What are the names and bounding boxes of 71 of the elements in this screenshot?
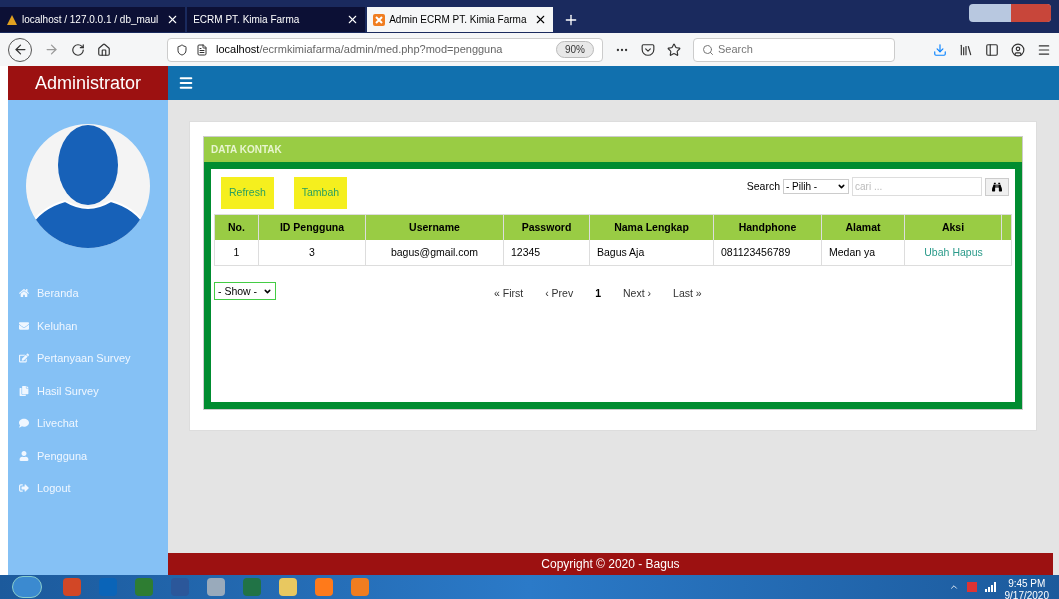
filter-select[interactable]: - Pilih - <box>783 179 849 194</box>
column-header: Nama Lengkap <box>590 215 714 240</box>
zoom-badge[interactable]: 90% <box>556 41 594 58</box>
search-input[interactable]: cari ... <box>852 177 982 196</box>
reload-icon[interactable] <box>71 42 85 57</box>
action-link[interactable]: Ubah <box>924 244 950 261</box>
browser-tab[interactable]: localhost / 127.0.0.1 / db_maul <box>0 7 186 32</box>
forward-icon[interactable] <box>44 42 59 57</box>
browser-tab[interactable]: ECRM PT. Kimia Farma <box>187 7 366 32</box>
clock-time: 9:45 PM <box>1008 578 1046 590</box>
browser-tab[interactable]: Admin ECRM PT. Kimia Farma <box>367 7 554 32</box>
column-header: Alamat <box>822 215 905 240</box>
column-header: Aksi <box>905 215 1002 240</box>
search-label: Search <box>746 178 780 194</box>
envelope-icon <box>19 320 29 331</box>
column-header: No. <box>215 215 259 240</box>
star-icon[interactable] <box>667 42 681 57</box>
pagination-link[interactable]: « First <box>494 286 524 302</box>
pagination-link[interactable]: 1 <box>595 286 602 302</box>
signal-icon[interactable] <box>984 582 997 592</box>
logout-icon <box>19 483 29 494</box>
flame-logo-icon <box>6 13 18 26</box>
shield-icon <box>176 43 188 56</box>
table-cell: 12345 <box>504 240 590 265</box>
library-icon[interactable] <box>959 42 973 57</box>
tab-title: ECRM PT. Kimia Farma <box>193 13 300 27</box>
pocket-icon[interactable] <box>641 42 655 57</box>
caret-icon <box>837 182 846 191</box>
documents-icon <box>19 385 29 396</box>
home-icon <box>19 288 29 299</box>
menu-icon[interactable] <box>1037 42 1051 57</box>
url-bar[interactable]: localhost/ecrmkimiafarma/admin/med.php?mod=pengguna 90% <box>167 37 603 62</box>
home-icon[interactable] <box>97 42 111 57</box>
column-header: ID Pengguna <box>259 215 366 240</box>
search-icon <box>702 43 714 56</box>
copyright-text: Copyright © 2020 - Bagus <box>541 557 680 573</box>
table-cell: Medan ya <box>822 240 905 265</box>
table-cell: bagus@gmail.com <box>366 240 504 265</box>
chat-bubble-icon <box>19 418 29 429</box>
menu-icon[interactable] <box>178 75 194 91</box>
column-header: Handphone <box>714 215 822 240</box>
search-field[interactable]: Search <box>693 37 895 62</box>
user-icon <box>19 450 29 461</box>
url-text: localhost/ecrmkimiafarma/admin/med.php?mod=pengguna <box>216 42 504 58</box>
action-link[interactable]: Hapus <box>952 244 983 261</box>
column-header: Username <box>366 215 504 240</box>
pagination-link[interactable]: ‹ Prev <box>545 286 574 302</box>
page-icon <box>196 43 208 56</box>
xampp-logo-icon <box>373 13 386 26</box>
binoculars-icon <box>992 181 1002 192</box>
start-button[interactable] <box>12 576 42 598</box>
table-cell: Bagus Aja <box>590 240 714 265</box>
window-controls[interactable] <box>969 4 1051 22</box>
avatar-silhouette-icon <box>25 123 151 249</box>
pagination-link[interactable]: Next › <box>623 286 652 302</box>
panel-title: DATA KONTAK <box>204 137 1022 162</box>
clock-date: 9/17/2020 <box>1004 590 1049 599</box>
brand-title: Administrator <box>8 66 168 100</box>
table-cell: 1 <box>215 240 259 265</box>
sidebar-icon[interactable] <box>985 42 999 57</box>
edit-icon <box>19 353 29 364</box>
download-icon[interactable] <box>933 42 947 57</box>
tab-title: localhost / 127.0.0.1 / db_maul <box>22 13 159 27</box>
pagination-link[interactable]: Last » <box>673 286 702 302</box>
column-header: Password <box>504 215 590 240</box>
show-select[interactable]: - Show - <box>214 282 276 301</box>
table-cell: 3 <box>259 240 366 265</box>
table-cell: 081123456789 <box>714 240 822 265</box>
search-button[interactable] <box>985 177 1009 196</box>
tab-title: Admin ECRM PT. Kimia Farma <box>389 13 527 27</box>
account-icon[interactable] <box>1011 42 1025 57</box>
